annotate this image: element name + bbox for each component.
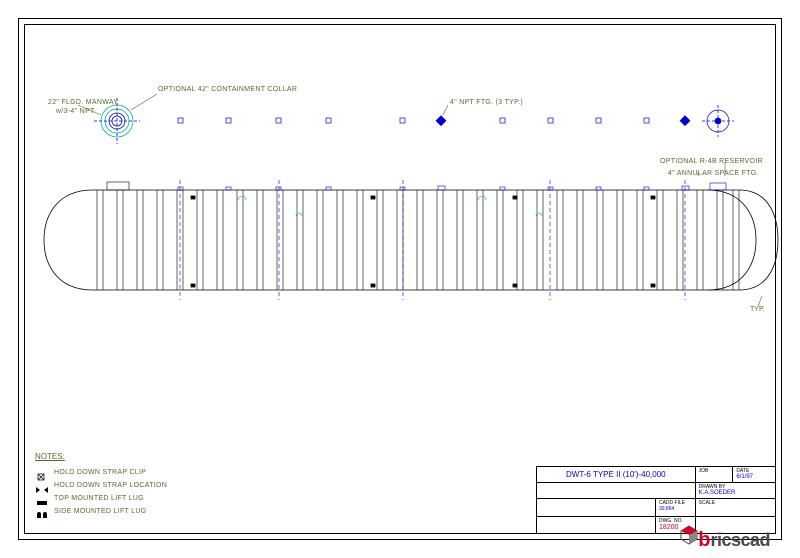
logo-rest: ricscad bbox=[710, 530, 770, 551]
logo-hex-icon bbox=[678, 524, 700, 546]
label-manway-b: w/3-4" NPT bbox=[56, 108, 95, 115]
tb-date: 6/1/97 bbox=[736, 474, 753, 480]
label-annular: 4" ANNULAR SPACE FTG. bbox=[668, 170, 759, 177]
top-lug-icon bbox=[35, 494, 49, 502]
label-npt-ftg: 4" NPT FTG. (3 TYP.) bbox=[450, 99, 523, 106]
label-reservoir: OPTIONAL R-4B RESERVOIR bbox=[660, 158, 763, 165]
note-row-3: SIDE MOUNTED LIFT LUG bbox=[35, 507, 147, 515]
label-manway-a: 22" FLGD. MANWAY bbox=[48, 99, 118, 106]
strap-clip-icon bbox=[35, 468, 49, 476]
note-text-1: HOLD DOWN STRAP LOCATION bbox=[54, 482, 167, 489]
tank-elevation bbox=[44, 180, 778, 300]
note-row-1: HOLD DOWN STRAP LOCATION bbox=[35, 481, 167, 489]
logo-b: b bbox=[698, 529, 710, 552]
note-row-2: TOP MOUNTED LIFT LUG bbox=[35, 494, 144, 502]
tb-drawn: K.A.SOEDER bbox=[699, 490, 736, 496]
tb-dwg: 18200 bbox=[659, 524, 678, 531]
tb-cadd: 39,864 bbox=[659, 506, 674, 512]
note-row-0: HOLD DOWN STRAP CLIP bbox=[35, 468, 146, 476]
notes-header: NOTES: bbox=[35, 452, 65, 461]
label-collar: OPTIONAL 42" CONTAINMENT COLLAR bbox=[158, 86, 297, 93]
tb-title: DWT-6 TYPE II (10')-40,000 bbox=[537, 467, 696, 482]
strap-location-icon bbox=[35, 481, 49, 489]
bricscad-logo: bricscad bbox=[678, 524, 770, 552]
side-lug-icon bbox=[35, 507, 49, 515]
top-fittings-row bbox=[178, 116, 690, 126]
reservoir-plan bbox=[702, 105, 734, 137]
note-text-2: TOP MOUNTED LIFT LUG bbox=[54, 495, 144, 502]
note-text-0: HOLD DOWN STRAP CLIP bbox=[54, 469, 146, 476]
label-typ: TYP. bbox=[750, 306, 765, 313]
note-text-3: SIDE MOUNTED LIFT LUG bbox=[54, 508, 147, 515]
